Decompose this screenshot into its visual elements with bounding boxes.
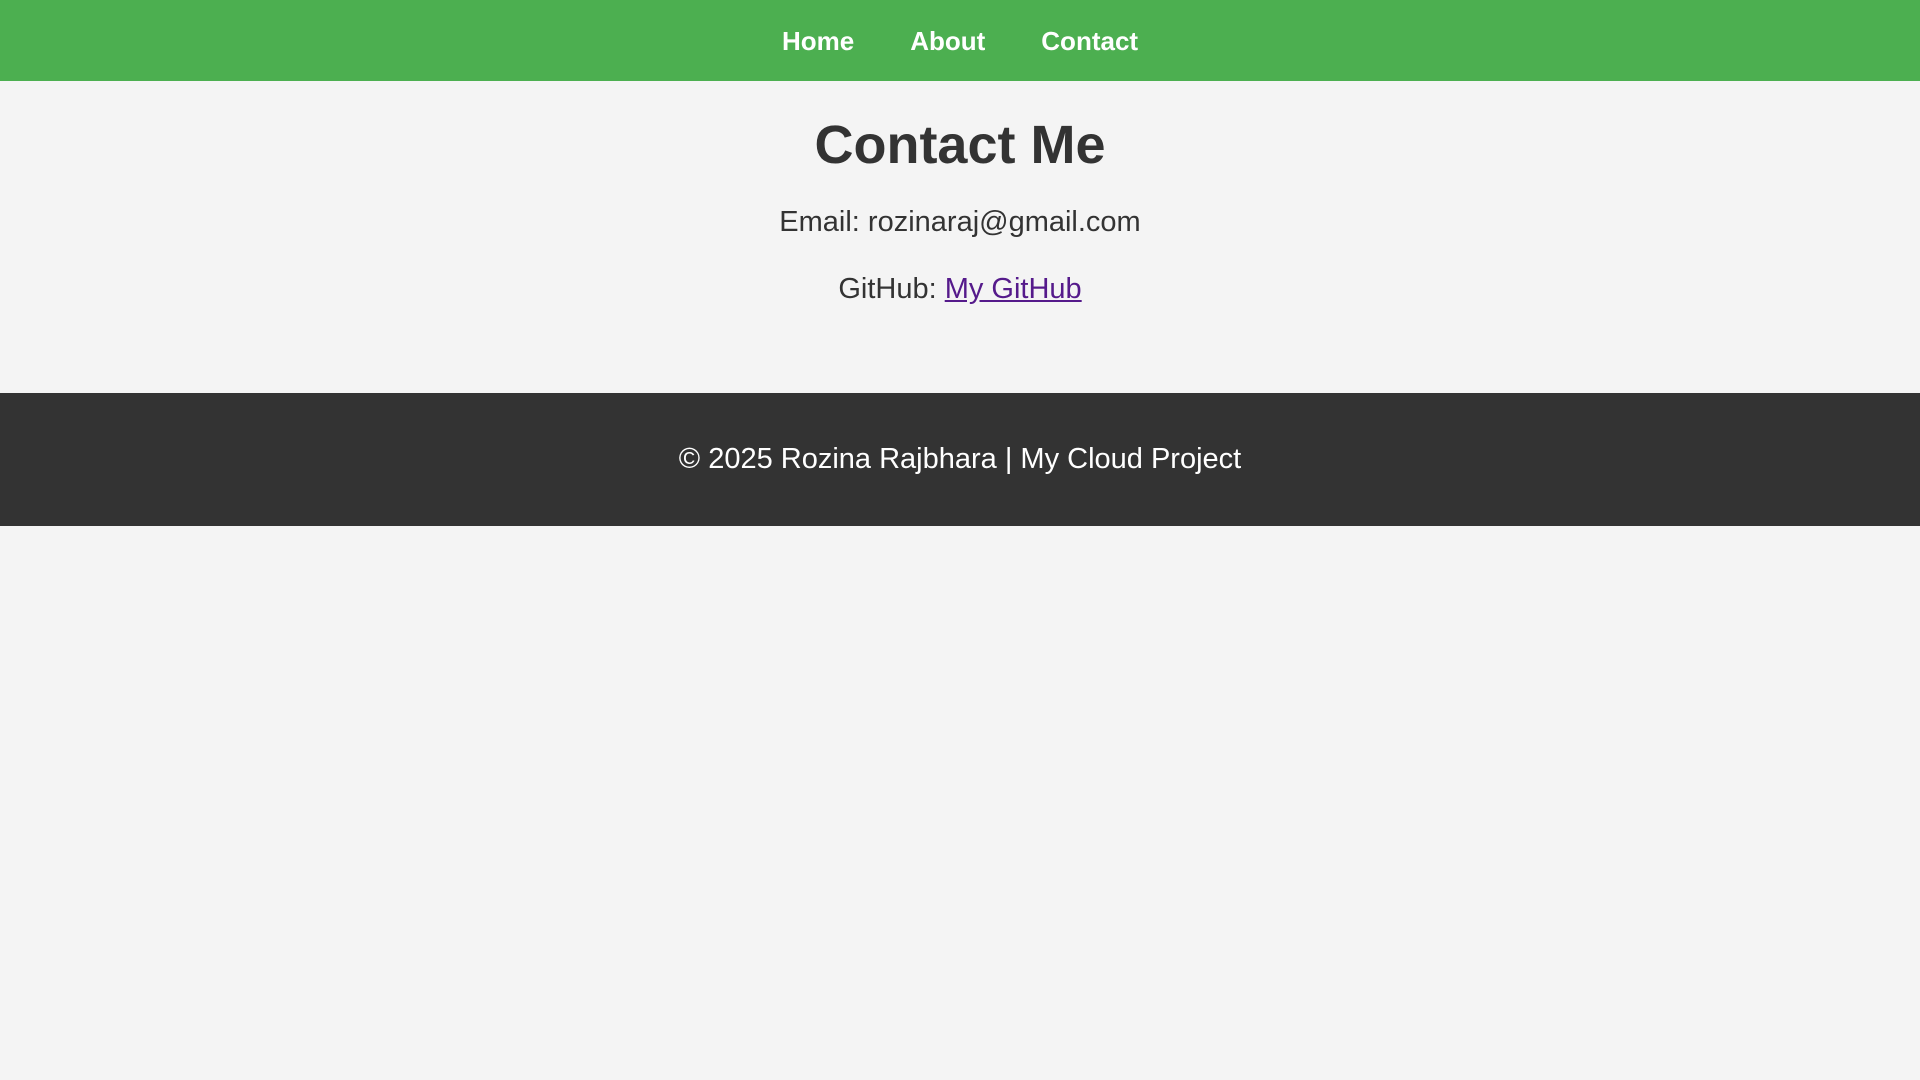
email-label: Email: (779, 205, 860, 238)
nav-link-home[interactable]: Home (782, 28, 854, 54)
email-line: Email: rozinaraj@gmail.com (0, 205, 1920, 240)
top-navbar: Home About Contact (0, 0, 1920, 81)
footer: © 2025 Rozina Rajbhara | My Cloud Projec… (0, 393, 1920, 526)
footer-copyright: © 2025 Rozina Rajbhara | My Cloud Projec… (678, 443, 1242, 475)
github-link[interactable]: My GitHub (945, 273, 1082, 305)
nav-link-contact[interactable]: Contact (1041, 28, 1138, 54)
github-line: GitHub: My GitHub (0, 272, 1920, 307)
nav-link-about[interactable]: About (910, 28, 985, 54)
email-value: rozinaraj@gmail.com (867, 205, 1141, 238)
main-content: Contact Me Email: rozinaraj@gmail.com Gi… (0, 81, 1920, 393)
github-label: GitHub: (838, 272, 937, 305)
page-title: Contact Me (814, 115, 1106, 175)
